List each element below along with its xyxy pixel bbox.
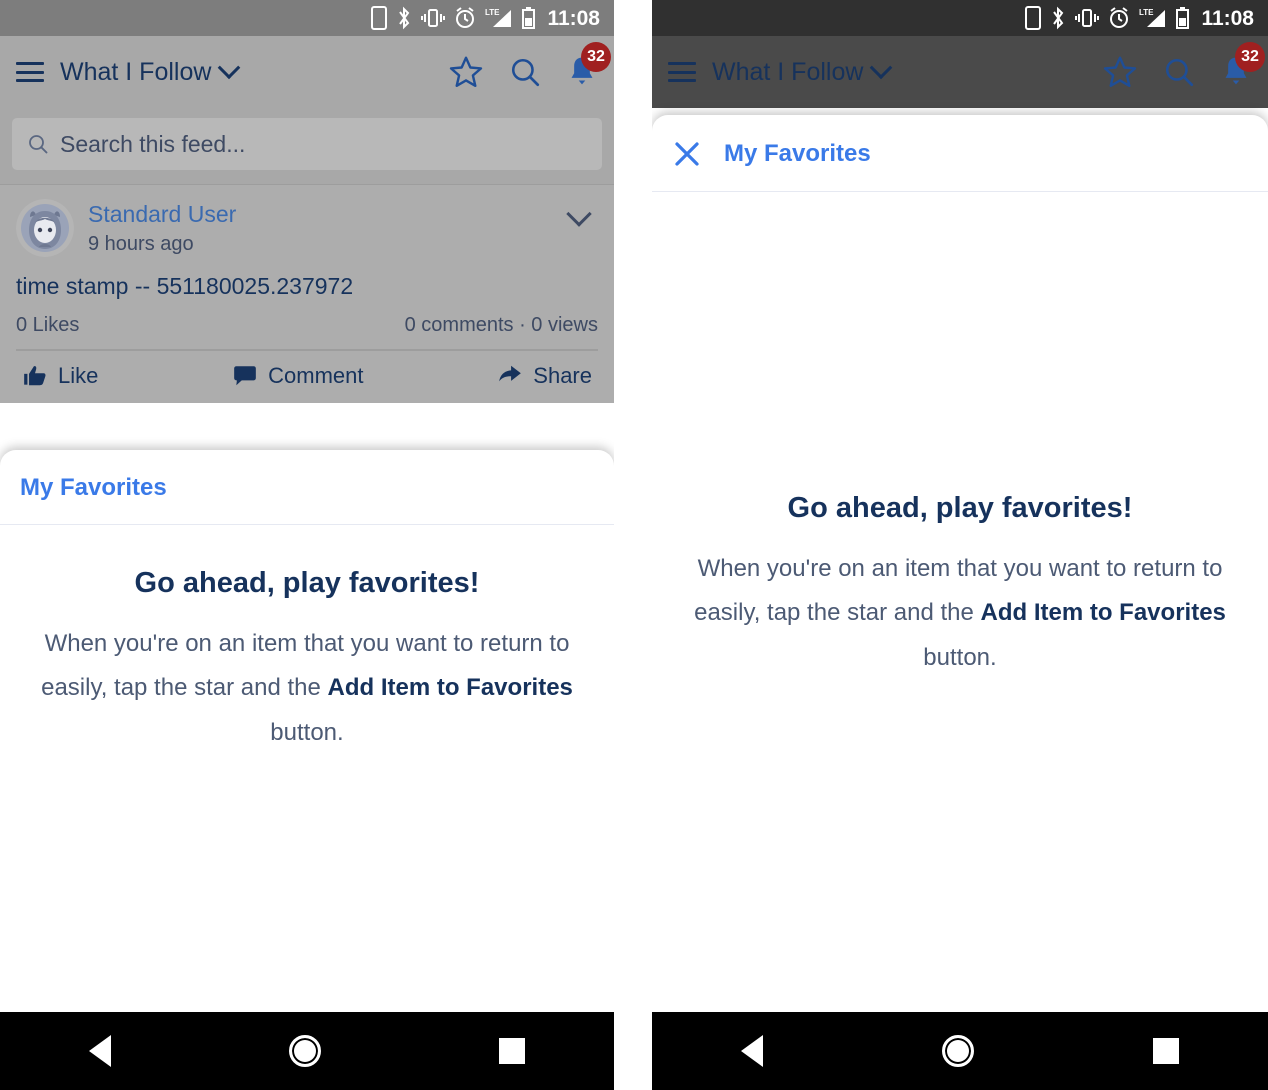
status-bar: LTE 11:08 [652,0,1268,36]
feed-post: Standard User 9 hours ago time stamp -- … [0,184,614,403]
post-header: Standard User 9 hours ago [16,199,598,257]
recents-square-icon[interactable] [499,1038,525,1064]
portrait-lock-icon [371,6,388,30]
post-menu-chevron-down-icon[interactable] [566,201,592,227]
favorites-sheet-header: My Favorites [652,115,1268,192]
home-circle-icon[interactable] [941,1035,974,1067]
favorites-empty-state: Go ahead, play favorites! When you're on… [652,192,1268,680]
close-x-icon[interactable] [672,139,702,169]
portrait-lock-icon [1025,6,1042,30]
feed-search-wrapper: Search this feed... [0,108,614,184]
chevron-down-icon[interactable] [870,56,893,80]
notification-badge: 32 [581,42,611,72]
bluetooth-icon [399,6,410,30]
notifications-button[interactable]: 32 [566,42,611,89]
star-outline-icon [1103,56,1137,87]
status-bar-time: 11:08 [547,6,600,30]
search-button[interactable] [508,55,542,89]
post-stats: 0 Likes 0 comments · 0 views [16,314,598,350]
post-likes-count[interactable]: 0 Likes [16,314,79,337]
bluetooth-icon [1053,6,1064,30]
hamburger-icon[interactable] [16,62,44,82]
vibrate-icon [421,9,446,27]
android-nav-bar [0,1012,614,1090]
share-label: Share [533,363,592,388]
header-title[interactable]: What I Follow [712,58,863,87]
favorites-sheet-title: My Favorites [20,474,167,501]
share-button[interactable]: Share [497,363,592,389]
notification-badge: 32 [1235,42,1265,72]
favorites-sheet: My Favorites Go ahead, play favorites! W… [0,450,614,1090]
header-actions: 32 [1102,42,1265,90]
svg-text:LTE: LTE [485,8,500,17]
battery-icon [522,7,536,29]
recents-square-icon[interactable] [1152,1038,1179,1064]
notifications-button[interactable]: 32 [1220,42,1265,89]
empty-state-body: When you're on an item that you want to … [0,622,614,755]
comment-label: Comment [268,363,364,388]
empty-body-suffix: button. [270,718,344,746]
feed: Search this feed... Standard User 9 hour… [0,108,614,528]
search-icon [511,58,540,87]
header-title[interactable]: What I Follow [60,58,211,87]
empty-state-body: When you're on an item that you want to … [652,547,1268,680]
phone-screen-left: LTE 11:08 What I Follow 32 Search this f… [0,0,614,1090]
favorites-empty-state: Go ahead, play favorites! When you're on… [0,525,614,755]
favorites-button[interactable] [448,54,484,90]
avatar[interactable] [16,199,74,257]
back-triangle-icon[interactable] [89,1035,111,1067]
search-input[interactable]: Search this feed... [12,118,602,170]
thumbs-up-icon [24,366,46,386]
search-placeholder: Search this feed... [60,130,246,157]
lte-signal-icon: LTE [485,8,512,27]
post-body: time stamp -- 551180025.237972 [16,273,354,299]
post-author[interactable]: Standard User [88,201,556,229]
empty-state-heading: Go ahead, play favorites! [787,492,1133,524]
search-button[interactable] [1162,55,1196,89]
app-header: What I Follow 32 [0,36,614,108]
app-header: What I Follow 32 [652,36,1268,108]
chevron-down-icon[interactable] [218,56,241,80]
empty-body-emphasis: Add Item to Favorites [327,674,573,702]
empty-state-heading: Go ahead, play favorites! [134,567,480,599]
home-circle-icon[interactable] [289,1035,321,1067]
status-bar: LTE 11:08 [0,0,614,36]
comment-button[interactable]: Comment [232,363,364,389]
header-actions: 32 [448,42,611,90]
hamburger-icon[interactable] [668,62,696,82]
search-icon [29,135,48,154]
screenshot-stage: LTE 11:08 What I Follow 32 Search this f… [0,0,1268,1090]
battery-icon [1176,7,1190,29]
alarm-icon [456,7,475,28]
favorites-sheet-title: My Favorites [724,140,871,167]
share-arrow-icon [499,365,522,382]
post-actions: Like Comment Share [16,350,598,403]
phone-screen-right: LTE 11:08 What I Follow 32 My Favorites … [652,0,1268,1090]
favorites-sheet-header: My Favorites [0,450,614,525]
vibrate-icon [1075,9,1100,27]
post-timestamp: 9 hours ago [88,232,194,255]
favorites-sheet: My Favorites Go ahead, play favorites! W… [652,115,1268,1090]
search-icon [1165,58,1194,87]
status-bar-time: 11:08 [1201,6,1254,30]
android-nav-bar [652,1012,1268,1090]
favorites-button[interactable] [1102,54,1138,90]
back-triangle-icon[interactable] [741,1035,764,1067]
star-outline-icon [449,56,483,87]
like-label: Like [58,363,99,388]
empty-body-emphasis: Add Item to Favorites [980,599,1226,627]
post-meta: Standard User 9 hours ago [88,199,556,256]
svg-text:LTE: LTE [1139,8,1154,17]
like-button[interactable]: Like [22,363,98,389]
empty-body-suffix: button. [923,643,997,671]
comment-bubble-icon [234,366,256,386]
post-engagement-count: 0 comments · 0 views [404,314,598,336]
lte-signal-icon: LTE [1139,8,1166,27]
alarm-icon [1110,7,1129,28]
